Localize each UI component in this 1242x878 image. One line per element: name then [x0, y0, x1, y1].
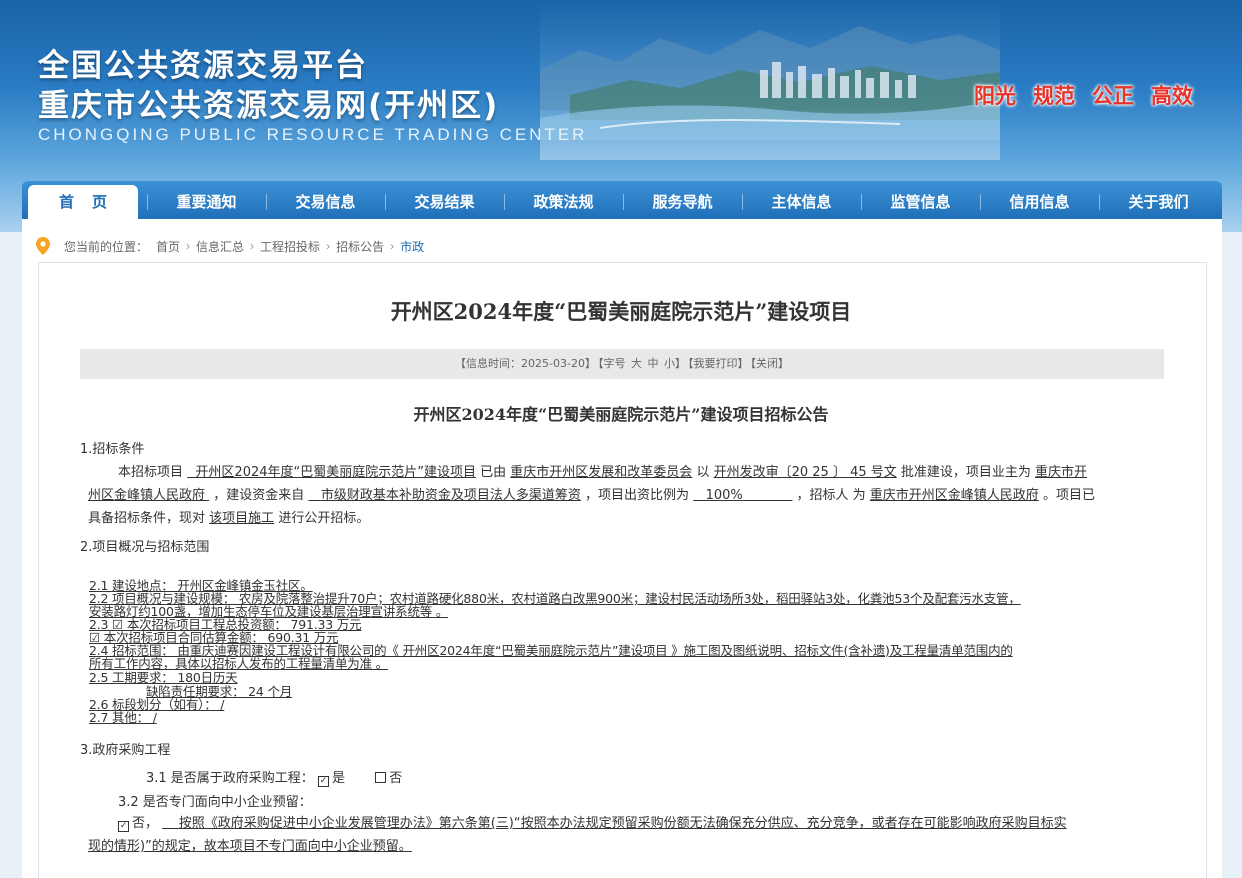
- breadcrumb-tender-notice[interactable]: 招标公告: [336, 238, 384, 255]
- q-3-1-label: 3.1 是否属于政府采购工程：: [146, 771, 314, 786]
- breadcrumb-label: 您当前的位置：: [64, 239, 149, 254]
- project-name-field: 开州区2024年度“巴蜀美丽庭院示范片”建设项目: [187, 465, 476, 480]
- checkbox-checked-yes[interactable]: ✓: [317, 776, 329, 787]
- breadcrumb: 您当前的位置： 首页 › 信息汇总 › 工程招投标 › 招标公告 › 市政: [36, 236, 424, 256]
- chevron-right-icon: ›: [250, 239, 255, 253]
- breadcrumb-info-summary[interactable]: 信息汇总: [196, 238, 244, 255]
- font-size-small-link[interactable]: 小】: [664, 357, 686, 370]
- nav-about-us[interactable]: 关于我们: [1099, 185, 1218, 219]
- site-title-line1: 全国公共资源交易平台: [38, 48, 368, 84]
- font-size-medium-link[interactable]: 中: [647, 357, 658, 370]
- slogan-standard: 规范: [1033, 84, 1075, 108]
- nav-important-notice[interactable]: 重要通知: [147, 185, 266, 219]
- text: 批准建设，项目业主为: [900, 465, 1031, 480]
- field-value: 市级财政基本补助资金及项目法人多渠道筹资: [320, 488, 581, 503]
- fund-ratio-field: 100%: [693, 488, 792, 503]
- item-2-7-other: 2.7 其他： /: [89, 710, 157, 725]
- section-1-para-line3: 具备招标条件，现对 该项目施工 进行公开招标。: [88, 507, 369, 526]
- info-bar: 【信息时间：2025-03-20】 【字号 大 中 小】 【我要打印】 【关闭】: [80, 349, 1164, 379]
- nav-supervision-info[interactable]: 监管信息: [861, 185, 980, 219]
- tenderer-field: 重庆市开州区金峰镇人民政府: [869, 488, 1039, 503]
- slogan-efficiency: 高效: [1151, 84, 1193, 108]
- underline-pad: [205, 488, 209, 503]
- checkbox-unchecked-no[interactable]: [375, 772, 387, 783]
- slogan-sunshine: 阳光: [974, 84, 1016, 108]
- text: 本招标项目: [118, 465, 184, 480]
- item-2-5-duration: 2.5 工期要求： 180日历天: [89, 670, 238, 685]
- chevron-right-icon: ›: [186, 239, 191, 253]
- tender-scope-field: 该项目施工: [209, 511, 275, 526]
- owner-field-cont: 州区金峰镇人民政府: [88, 488, 206, 503]
- fund-source-field: 市级财政基本补助资金及项目法人多渠道筹资: [308, 488, 581, 503]
- city-scenery-image: [540, 0, 1000, 160]
- font-size-label: 【字号: [597, 357, 626, 370]
- text: ，招标人: [796, 488, 849, 503]
- q-3-2-answer-line1: ✓ 否， 按照《政府采购促进中小企业发展管理办法》第六条第(三)“按照本办法规定预…: [118, 812, 1067, 832]
- field-value: 100%: [705, 488, 743, 503]
- section-3-heading: 3.政府采购工程: [80, 743, 171, 758]
- text: ，建设资金来自: [213, 488, 305, 503]
- close-link[interactable]: 【关闭】: [750, 357, 789, 370]
- notice-title: 开州区2024年度“巴蜀美丽庭院示范片”建设项目招标公告: [413, 405, 829, 424]
- info-time: 【信息时间：2025-03-20】: [455, 357, 596, 370]
- owner-field: 重庆市开: [1035, 465, 1088, 480]
- option-yes-label: 是: [331, 771, 345, 786]
- chevron-right-icon: ›: [326, 239, 331, 253]
- text: 为: [852, 488, 866, 503]
- section-1-para-line1: 本招标项目 开州区2024年度“巴蜀美丽庭院示范片”建设项目 已由 重庆市开州区…: [118, 461, 1087, 480]
- q-3-2-reason: 按照《政府采购促进中小企业发展管理办法》第六条第(三)“按照本办法规定预留采购份…: [162, 816, 1067, 831]
- q-3-1-row: 3.1 是否属于政府采购工程： ✓ 是 否: [146, 767, 402, 787]
- item-2-4-scope-cont: 所有工作内容，具体以招标人发布的工程量清单为准 。: [89, 656, 388, 671]
- nav-home[interactable]: 首页: [28, 185, 138, 219]
- chevron-right-icon: ›: [390, 239, 395, 253]
- approval-doc-field: 开州发改审〔20 25 〕 45 号文: [713, 465, 897, 480]
- nav-entity-info[interactable]: 主体信息: [742, 185, 861, 219]
- text: 已由: [480, 465, 507, 480]
- text: 具备招标条件，现对: [88, 511, 206, 526]
- section-2-heading: 2.项目概况与招标范围: [80, 540, 210, 555]
- option-no-label: 否，: [132, 816, 159, 831]
- text: ，项目出资比例为: [585, 488, 690, 503]
- site-title-line2: 重庆市公共资源交易网(开州区): [38, 88, 500, 124]
- q-3-2-label: 3.2 是否专门面向中小企业预留：: [118, 795, 312, 810]
- section-1-heading: 1.招标条件: [80, 442, 145, 457]
- option-no-label: 否: [389, 771, 403, 786]
- main-nav: 首页 重要通知 交易信息 交易结果 政策法规 服务导航 主体信息 监管信息 信用…: [22, 181, 1222, 219]
- breadcrumb-engineering-bidding[interactable]: 工程招投标: [260, 238, 320, 255]
- location-pin-icon: [36, 237, 50, 255]
- slogan-fairness: 公正: [1092, 84, 1134, 108]
- approver-field: 重庆市开州区发展和改革委员会: [510, 465, 693, 480]
- nav-policies[interactable]: 政策法规: [504, 185, 623, 219]
- q-3-2-answer-line2: 现的情形)”的规定，故本项目不专门面向中小企业预留。: [88, 839, 412, 854]
- field-value: 开州区2024年度“巴蜀美丽庭院示范片”建设项目: [195, 465, 476, 480]
- breadcrumb-municipal[interactable]: 市政: [400, 238, 424, 255]
- text: 以: [696, 465, 710, 480]
- reason-text: 按照《政府采购促进中小企业发展管理办法》第六条第(三)“按照本办法规定预留采购份…: [178, 816, 1067, 831]
- print-link[interactable]: 【我要打印】: [688, 357, 749, 370]
- breadcrumb-home[interactable]: 首页: [156, 238, 180, 255]
- checkbox-checked-no[interactable]: ✓: [118, 821, 129, 832]
- slogans: 阳光 规范 公正 高效: [974, 80, 1193, 110]
- section-1-para-line2: 州区金峰镇人民政府 ，建设资金来自 市级财政基本补助资金及项目法人多渠道筹资 ，…: [88, 484, 1095, 503]
- site-title-english: CHONGQING PUBLIC RESOURCE TRADING CENTER: [38, 125, 588, 144]
- text: 进行公开招标。: [278, 511, 370, 526]
- nav-credit-info[interactable]: 信用信息: [980, 185, 1099, 219]
- text: 。项目已: [1042, 488, 1095, 503]
- page-title: 开州区2024年度“巴蜀美丽庭院示范片”建设项目: [390, 299, 852, 324]
- nav-trade-info[interactable]: 交易信息: [266, 185, 385, 219]
- font-size-large-link[interactable]: 大: [631, 357, 642, 370]
- nav-service-guide[interactable]: 服务导航: [623, 185, 742, 219]
- nav-trade-results[interactable]: 交易结果: [385, 185, 504, 219]
